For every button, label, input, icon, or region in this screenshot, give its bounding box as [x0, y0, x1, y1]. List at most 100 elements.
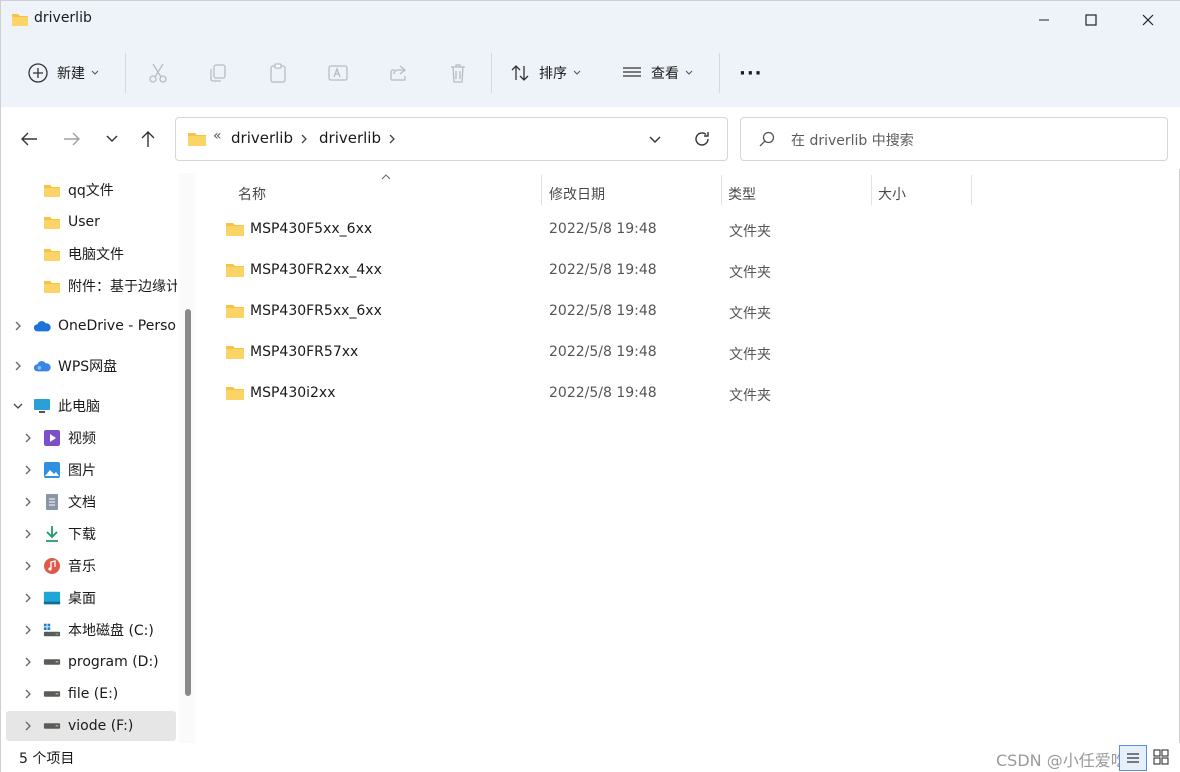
column-header-type[interactable]: 类型 [728, 177, 868, 211]
refresh-icon [695, 132, 709, 146]
tiles-view-icon [1153, 749, 1169, 765]
more-icon: ··· [739, 62, 763, 84]
copy-button[interactable] [206, 61, 230, 85]
share-icon [390, 65, 407, 81]
sidebar-item-music[interactable]: 音乐 [1, 551, 177, 581]
view-button[interactable]: 查看 [621, 55, 693, 91]
chevron-right-icon[interactable] [300, 133, 308, 149]
paste-button[interactable] [266, 61, 290, 85]
table-row[interactable]: MSP430FR57xx 2022/5/8 19:48 文件夹 [219, 334, 979, 372]
file-date: 2022/5/8 19:48 [549, 344, 657, 360]
close-button[interactable] [1125, 1, 1171, 39]
back-button[interactable] [15, 125, 43, 153]
sidebar-item-drive-c[interactable]: 本地磁盘 (C:) [1, 615, 177, 645]
sidebar-item-pc-files[interactable]: 电脑文件 [1, 239, 177, 269]
chevron-right-icon[interactable] [22, 432, 34, 444]
up-button[interactable] [134, 125, 162, 153]
column-header-size[interactable]: 大小 [878, 177, 968, 211]
search-box[interactable]: 在 driverlib 中搜索 [740, 117, 1168, 161]
new-label: 新建 [57, 66, 85, 82]
chevron-right-icon[interactable] [22, 464, 34, 476]
chevron-right-icon[interactable] [22, 656, 34, 668]
minimize-button[interactable] [1021, 1, 1067, 39]
sidebar-item-videos[interactable]: 视频 [1, 423, 177, 453]
windows-drive-icon [43, 621, 61, 639]
search-input[interactable]: 在 driverlib 中搜索 [791, 130, 914, 150]
file-type: 文件夹 [729, 347, 771, 363]
sidebar-scrollbar-thumb[interactable] [185, 309, 191, 696]
chevron-right-icon[interactable] [22, 688, 34, 700]
sort-button[interactable]: 排序 [509, 55, 581, 91]
cut-button[interactable] [146, 61, 170, 85]
documents-icon [43, 493, 61, 511]
recent-locations-button[interactable] [98, 125, 126, 153]
file-date: 2022/5/8 19:48 [549, 221, 657, 237]
file-date: 2022/5/8 19:48 [549, 385, 657, 401]
sidebar-item-attachment[interactable]: 附件：基于边缘计 [1, 271, 177, 301]
address-dropdown-button[interactable] [648, 133, 662, 149]
forward-button[interactable] [58, 125, 86, 153]
chevron-right-icon[interactable] [12, 320, 24, 332]
sidebar-item-wps[interactable]: WPS网盘 [1, 351, 177, 381]
rename-button[interactable] [326, 61, 350, 85]
table-row[interactable]: MSP430F5xx_6xx 2022/5/8 19:48 文件夹 [219, 211, 979, 249]
details-view-button[interactable] [1119, 745, 1147, 771]
chevron-right-icon[interactable] [22, 624, 34, 636]
column-header-date[interactable]: 修改日期 [549, 177, 719, 211]
onedrive-icon [33, 317, 51, 335]
chevron-right-icon[interactable] [12, 360, 24, 372]
sidebar-item-drive-e[interactable]: file (E:) [1, 679, 177, 709]
sidebar-item-documents[interactable]: 文档 [1, 487, 177, 517]
chevron-right-icon[interactable] [22, 592, 34, 604]
column-divider[interactable] [541, 175, 542, 205]
column-divider[interactable] [721, 175, 722, 205]
sidebar-item-drive-d[interactable]: program (D:) [1, 647, 177, 677]
refresh-button[interactable] [693, 130, 711, 152]
column-header-name[interactable]: 名称 [238, 177, 538, 211]
table-row[interactable]: MSP430i2xx 2022/5/8 19:48 文件夹 [219, 375, 979, 413]
breadcrumb-segment[interactable]: driverlib [319, 129, 381, 147]
breadcrumb-segment[interactable]: driverlib [231, 129, 293, 147]
desktop-icon [43, 589, 61, 607]
table-row[interactable]: MSP430FR5xx_6xx 2022/5/8 19:48 文件夹 [219, 293, 979, 331]
sidebar-item-label: User [68, 214, 100, 230]
overflow-breadcrumb[interactable]: « [213, 128, 222, 144]
address-bar[interactable]: « driverlib driverlib [175, 117, 728, 161]
folder-icon [225, 385, 245, 405]
maximize-button[interactable] [1068, 1, 1114, 39]
sidebar-item-label: 附件：基于边缘计 [68, 279, 177, 295]
sidebar-item-pictures[interactable]: 图片 [1, 455, 177, 485]
delete-button[interactable] [446, 61, 470, 85]
chevron-right-icon[interactable] [22, 560, 34, 572]
sidebar-item-downloads[interactable]: 下载 [1, 519, 177, 549]
sidebar-item-label: 电脑文件 [68, 247, 124, 263]
file-date: 2022/5/8 19:48 [549, 303, 657, 319]
sidebar-item-desktop[interactable]: 桌面 [1, 583, 177, 613]
file-type: 文件夹 [729, 388, 771, 404]
chevron-right-icon[interactable] [22, 720, 34, 732]
sidebar-item-this-pc[interactable]: 此电脑 [1, 391, 177, 421]
share-button[interactable] [386, 61, 410, 85]
chevron-right-icon[interactable] [22, 528, 34, 540]
divider [125, 53, 126, 93]
file-type: 文件夹 [729, 306, 771, 322]
sidebar-item-drive-f[interactable]: viode (F:) [6, 711, 176, 741]
sidebar-item-onedrive[interactable]: OneDrive - Perso [1, 311, 177, 341]
column-divider[interactable] [971, 175, 972, 205]
table-row[interactable]: MSP430FR2xx_4xx 2022/5/8 19:48 文件夹 [219, 252, 979, 290]
title-bar[interactable]: driverlib [1, 1, 1180, 39]
tiles-view-button[interactable] [1153, 749, 1169, 769]
folder-icon [187, 131, 207, 151]
column-divider[interactable] [871, 175, 872, 205]
sidebar-item-label: file (E:) [68, 686, 119, 702]
more-button[interactable]: ··· [739, 55, 763, 91]
file-name: MSP430F5xx_6xx [250, 221, 373, 237]
chevron-down-icon[interactable] [12, 400, 24, 412]
sidebar-item-qq[interactable]: qq文件 [1, 175, 177, 205]
chevron-right-icon[interactable] [388, 133, 396, 149]
sidebar-item-label: viode (F:) [68, 718, 134, 734]
chevron-right-icon[interactable] [22, 496, 34, 508]
sidebar-item-user[interactable]: User [1, 207, 177, 237]
search-icon [759, 131, 775, 151]
new-button[interactable]: 新建 [27, 55, 99, 91]
